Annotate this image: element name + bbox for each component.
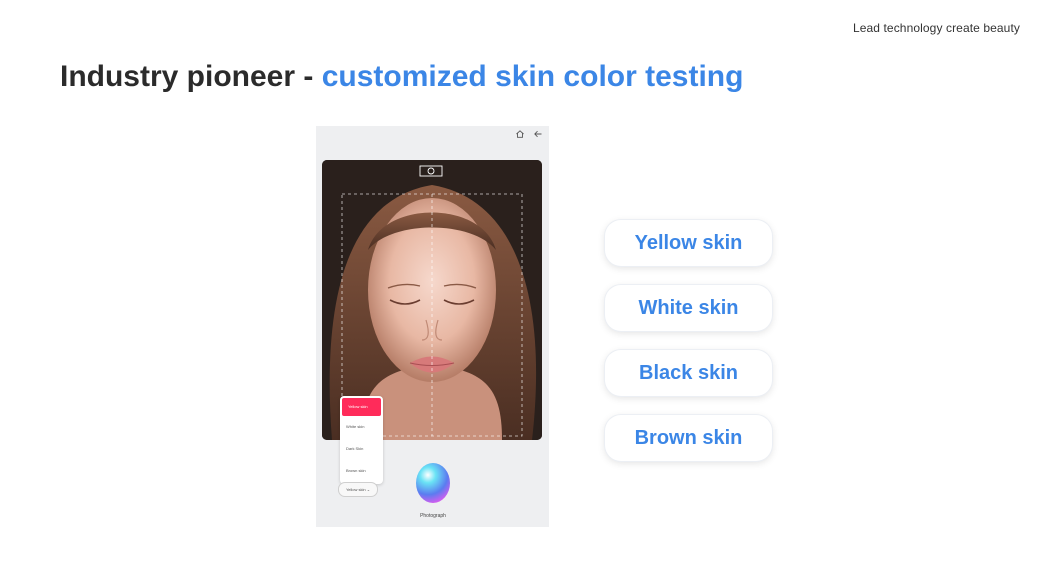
skin-type-menu: Yellow skin White skin Dark Skin Brown s…: [340, 396, 383, 484]
title-prefix: Industry pioneer -: [60, 60, 322, 93]
capture-label: Photograph: [420, 513, 446, 519]
skin-select-value: Yellow skin: [345, 487, 366, 492]
option-brown-skin[interactable]: Brown skin: [605, 415, 772, 461]
option-yellow-skin[interactable]: Yellow skin: [605, 220, 772, 266]
skin-menu-item[interactable]: Yellow skin: [342, 398, 381, 416]
skin-menu-item[interactable]: White skin: [340, 416, 383, 438]
capture-button[interactable]: [416, 463, 450, 503]
skin-menu-item[interactable]: Dark Skin: [340, 438, 383, 460]
option-black-skin[interactable]: Black skin: [605, 350, 772, 396]
title-accent: customized skin color testing: [321, 60, 744, 93]
back-arrow-icon[interactable]: [533, 129, 543, 139]
tagline: Lead technology create beauty: [852, 21, 1020, 35]
page-title: Industry pioneer - customized skin color…: [60, 60, 743, 94]
home-icon[interactable]: [515, 129, 525, 139]
device-screenshot: Yellow skin White skin Dark Skin Brown s…: [316, 126, 549, 527]
skin-menu-item[interactable]: Brown skin: [340, 460, 383, 482]
option-white-skin[interactable]: White skin: [605, 285, 772, 331]
chevron-down-icon: ⌄: [365, 487, 371, 492]
device-toolbar: [515, 129, 543, 139]
skin-type-select[interactable]: Yellow skin ⌄: [338, 482, 378, 497]
